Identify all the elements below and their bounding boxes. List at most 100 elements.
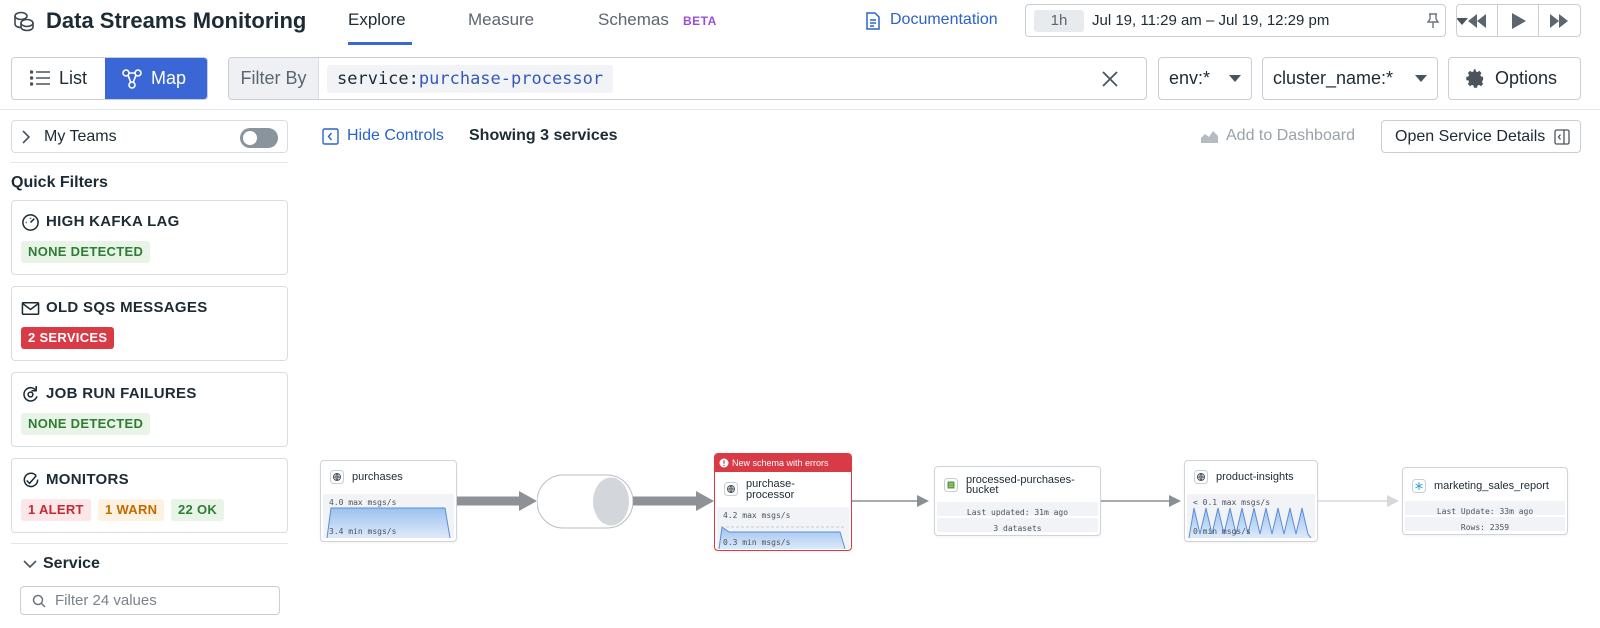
max-rate: 4.2 max msgs/s: [723, 511, 791, 520]
quick-filter-name: MONITORS: [46, 471, 129, 488]
rows-text: Rows: 2359: [1460, 523, 1510, 532]
service-facet-header[interactable]: Service: [43, 555, 100, 573]
topic-node[interactable]: [536, 474, 634, 529]
list-view-label: List: [59, 68, 88, 88]
map-node-purchases[interactable]: purchases 4.0 max msgs/s 3.4 min msgs/s: [320, 460, 457, 542]
globe-icon: [330, 470, 344, 484]
env-dropdown[interactable]: env:*: [1158, 57, 1252, 100]
schema-error-text: New schema with errors: [732, 458, 829, 468]
quick-filter-name: JOB RUN FAILURES: [46, 385, 197, 402]
collapse-panel-icon[interactable]: [322, 128, 339, 145]
app-title: Data Streams Monitoring: [46, 8, 307, 33]
status-badge: NONE DETECTED: [21, 413, 151, 435]
sidebar-divider: [11, 543, 288, 544]
node-name-line2: processor: [746, 489, 795, 501]
chevron-down-icon: [1415, 75, 1427, 82]
quick-filter-monitors[interactable]: MONITORS 1 ALERT 1 WARN 22 OK: [11, 458, 288, 533]
min-rate: 0.3 min msgs/s: [723, 538, 791, 547]
service-map: purchases 4.0 max msgs/s 3.4 min msgs/s …: [300, 160, 1600, 628]
chevron-down-icon: [1229, 75, 1241, 82]
throughput-sparkline: < 0.1 max msgs/s 0 min msgs/s: [1187, 494, 1315, 538]
map-node-purchase-processor[interactable]: New schema with errors purchase- process…: [714, 453, 852, 551]
rewind-icon: [1468, 14, 1486, 28]
list-view-button[interactable]: List: [12, 58, 105, 99]
app-logo-icon: [12, 9, 36, 33]
gauge-icon: [22, 214, 39, 231]
refresh-icon: [23, 385, 38, 402]
datasets-text: 3 datasets: [993, 524, 1042, 533]
throughput-sparkline: 4.2 max msgs/s 0.3 min msgs/s: [717, 507, 849, 549]
fast-forward-button[interactable]: [1539, 5, 1580, 36]
service-filter-input[interactable]: Filter 24 values: [20, 586, 280, 615]
cluster-value: cluster_name:*: [1273, 68, 1394, 88]
play-button[interactable]: [1498, 5, 1539, 36]
quick-filter-name: OLD SQS MESSAGES: [46, 299, 208, 316]
env-value: env:*: [1169, 68, 1211, 88]
min-rate: 0 min msgs/s: [1193, 527, 1251, 536]
quick-filters-title: Quick Filters: [11, 174, 108, 191]
quick-filter-job-run-failures[interactable]: JOB RUN FAILURES NONE DETECTED: [11, 372, 288, 447]
quick-filter-high-kafka-lag[interactable]: HIGH KAFKA LAG NONE DETECTED: [11, 200, 288, 275]
topic-cylinder-icon: [536, 474, 634, 529]
filter-by-label: Filter By: [229, 58, 319, 99]
ok-badge: 22 OK: [171, 499, 225, 521]
time-preset[interactable]: 1h: [1034, 10, 1084, 32]
map-node-processed-purchases-bucket[interactable]: processed-purchases- bucket Last updated…: [934, 466, 1101, 536]
last-updated-row: Last updated: 31m ago: [937, 502, 1098, 517]
time-range-picker[interactable]: 1h Jul 19, 11:29 am – Jul 19, 12:29 pm: [1025, 4, 1468, 37]
play-icon: [1512, 13, 1526, 29]
documentation-link[interactable]: Documentation: [890, 11, 998, 29]
open-service-details-button[interactable]: Open Service Details: [1381, 120, 1581, 153]
node-name-line2: bucket: [966, 484, 999, 496]
envelope-icon: [21, 302, 40, 315]
map-view-label: Map: [151, 68, 187, 88]
toolbar-divider: [0, 109, 1600, 110]
gear-icon: [1466, 69, 1484, 88]
toggle-knob: [243, 131, 257, 145]
tab-explore[interactable]: Explore: [348, 10, 406, 30]
filter-bar[interactable]: Filter By service:purchase-processor: [228, 57, 1147, 100]
options-label: Options: [1495, 68, 1558, 88]
filter-key: service:: [337, 69, 419, 89]
filter-value: purchase-processor: [418, 69, 604, 89]
map-edges: [457, 491, 1399, 511]
hide-controls-link[interactable]: Hide Controls: [347, 127, 444, 145]
map-view-button[interactable]: Map: [105, 58, 207, 99]
side-panel-icon: [1554, 129, 1570, 145]
min-rate: 3.4 min msgs/s: [329, 527, 397, 536]
pin-icon[interactable]: [1426, 13, 1440, 29]
tab-measure[interactable]: Measure: [468, 10, 534, 30]
list-icon: [30, 70, 50, 86]
quick-filter-old-sqs-messages[interactable]: OLD SQS MESSAGES 2 SERVICES: [11, 286, 288, 361]
map-nodes-icon: [122, 69, 142, 89]
my-teams-toggle[interactable]: [240, 128, 278, 148]
map-node-marketing-sales-report[interactable]: marketing_sales_report Last Update: 33m …: [1402, 467, 1568, 535]
status-badge: NONE DETECTED: [21, 241, 151, 263]
active-tab-indicator: [348, 42, 412, 45]
max-rate: 4.0 max msgs/s: [329, 498, 397, 507]
clear-filter-icon[interactable]: [1101, 70, 1119, 88]
chevron-down-icon[interactable]: [23, 560, 37, 569]
node-name: marketing_sales_report: [1434, 480, 1549, 492]
sidebar-divider: [11, 162, 288, 163]
options-button[interactable]: Options: [1448, 57, 1581, 100]
top-bar: Data Streams Monitoring Explore Measure …: [0, 0, 1600, 45]
map-node-product-insights[interactable]: product-insights < 0.1 max msgs/s 0 min …: [1184, 460, 1318, 542]
edge-arrowhead: [696, 491, 714, 511]
last-update-text: Last Update: 33m ago: [1436, 507, 1534, 516]
bucket-icon: [944, 478, 958, 492]
rows-row: Rows: 2359: [1405, 517, 1565, 532]
search-icon: [32, 594, 46, 608]
last-update-row: Last Update: 33m ago: [1405, 501, 1565, 516]
add-to-dashboard-button[interactable]: Add to Dashboard: [1226, 127, 1355, 145]
warn-badge: 1 WARN: [98, 499, 165, 521]
datasets-row: 3 datasets: [937, 518, 1098, 533]
rewind-button[interactable]: [1457, 5, 1498, 36]
filter-chip[interactable]: service:purchase-processor: [327, 65, 614, 93]
error-icon: [719, 458, 729, 468]
playback-controls: [1456, 4, 1581, 37]
cluster-dropdown[interactable]: cluster_name:*: [1262, 57, 1438, 100]
status-badge: 2 SERVICES: [21, 327, 115, 349]
tab-schemas[interactable]: Schemas: [598, 10, 669, 30]
my-teams-row[interactable]: My Teams: [11, 120, 288, 153]
